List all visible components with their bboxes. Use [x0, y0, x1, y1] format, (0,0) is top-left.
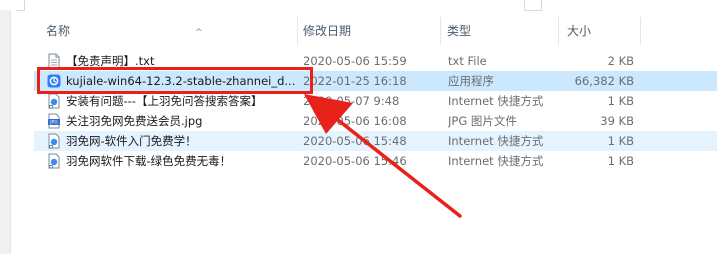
annotation-arrow: [304, 94, 462, 218]
